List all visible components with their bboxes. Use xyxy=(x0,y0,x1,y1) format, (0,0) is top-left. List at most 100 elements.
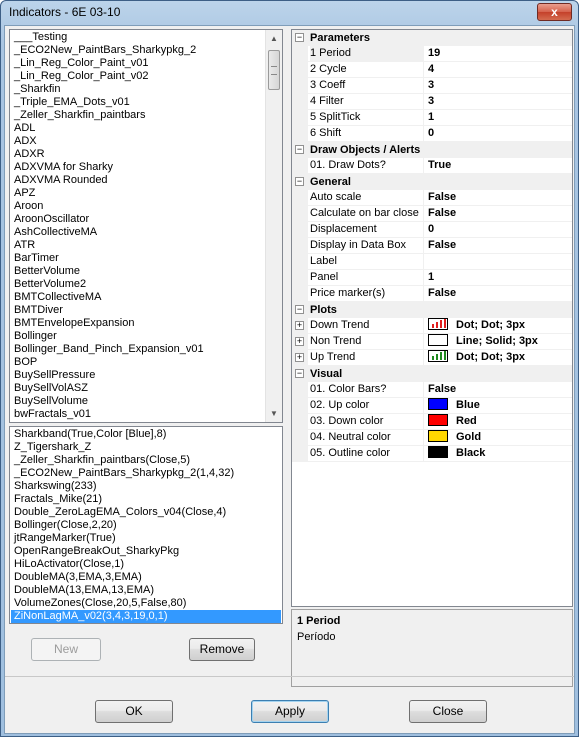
property-row[interactable]: Panel 1 xyxy=(292,270,572,286)
applied-list-item[interactable]: _Zeller_Sharkfin_paintbars(Close,5) xyxy=(11,454,281,467)
collapse-toggle-icon[interactable]: − xyxy=(295,177,304,186)
applied-list-item[interactable]: Double_ZeroLagEMA_Colors_v04(Close,4) xyxy=(11,506,281,519)
list-item[interactable]: BMTCollectiveMA xyxy=(11,291,265,304)
category-general[interactable]: − General xyxy=(292,174,572,190)
available-list-scrollbar[interactable]: ▲ ▼ xyxy=(265,30,282,422)
list-item[interactable]: _Sharkfin xyxy=(11,83,265,96)
property-value[interactable]: Dot; Dot; 3px xyxy=(426,350,572,365)
list-item[interactable]: BetterVolume2 xyxy=(11,278,265,291)
list-item[interactable]: ADL xyxy=(11,122,265,135)
list-item[interactable]: BuySellPressure xyxy=(11,369,265,382)
category-plots[interactable]: − Plots xyxy=(292,302,572,318)
property-row[interactable]: 2 Cycle 4 xyxy=(292,62,572,78)
applied-list-item[interactable]: OpenRangeBreakOut_SharkyPkg xyxy=(11,545,281,558)
property-value[interactable]: Red xyxy=(426,414,572,429)
property-value[interactable]: Blue xyxy=(426,398,572,413)
list-item[interactable]: _Triple_EMA_Dots_v01 xyxy=(11,96,265,109)
list-item[interactable]: BOP xyxy=(11,356,265,369)
property-row[interactable]: 4 Filter 3 xyxy=(292,94,572,110)
collapse-toggle-icon[interactable]: − xyxy=(295,33,304,42)
property-value[interactable]: False xyxy=(426,206,572,221)
property-row[interactable]: 5 SplitTick 1 xyxy=(292,110,572,126)
title-bar[interactable]: Indicators - 6E 03-10 x xyxy=(1,1,578,25)
property-row[interactable]: 05. Outline color Black xyxy=(292,446,572,462)
applied-list-item[interactable]: DoubleMA(13,EMA,13,EMA) xyxy=(11,584,281,597)
property-value[interactable] xyxy=(426,254,572,269)
list-item[interactable]: BuySellVolASZ xyxy=(11,382,265,395)
list-item[interactable]: _Lin_Reg_Color_Paint_v01 xyxy=(11,57,265,70)
list-item[interactable]: AshCollectiveMA xyxy=(11,226,265,239)
property-value[interactable]: Black xyxy=(426,446,572,461)
list-item[interactable]: BuySellVolume xyxy=(11,395,265,408)
property-value[interactable]: True xyxy=(426,158,572,173)
list-item[interactable]: APZ xyxy=(11,187,265,200)
list-item[interactable]: Bollinger xyxy=(11,330,265,343)
applied-list-item[interactable]: HiLoActivator(Close,1) xyxy=(11,558,281,571)
property-value[interactable]: False xyxy=(426,190,572,205)
applied-list-item[interactable]: Sharkband(True,Color [Blue],8) xyxy=(11,428,281,441)
collapse-toggle-icon[interactable]: − xyxy=(295,305,304,314)
available-indicators-list[interactable]: ___Testing _ECO2New_PaintBars_Sharkypkg_2… xyxy=(9,29,283,423)
property-row[interactable]: 04. Neutral color Gold xyxy=(292,430,572,446)
close-button[interactable]: Close xyxy=(409,700,487,723)
close-window-button[interactable]: x xyxy=(537,3,572,21)
property-value[interactable]: 19 xyxy=(426,46,572,61)
list-item[interactable]: BarTimer xyxy=(11,252,265,265)
applied-list-item[interactable]: ZiNonLagMA_v02(3,4,3,19,0,1) xyxy=(11,610,281,623)
expand-toggle-icon[interactable]: + xyxy=(295,353,304,362)
list-item[interactable]: Aroon xyxy=(11,200,265,213)
property-value[interactable]: Dot; Dot; 3px xyxy=(426,318,572,333)
property-row[interactable]: 6 Shift 0 xyxy=(292,126,572,142)
expand-toggle-icon[interactable]: + xyxy=(295,337,304,346)
category-visual[interactable]: − Visual xyxy=(292,366,572,382)
property-row[interactable]: + Down Trend Dot; Dot; 3px xyxy=(292,318,572,334)
applied-list-item[interactable]: jtRangeMarker(True) xyxy=(11,532,281,545)
applied-list-item[interactable]: _ECO2New_PaintBars_Sharkypkg_2(1,4,32) xyxy=(11,467,281,480)
apply-button[interactable]: Apply xyxy=(251,700,329,723)
applied-list-item[interactable]: Fractals_Mike(21) xyxy=(11,493,281,506)
remove-button[interactable]: Remove xyxy=(189,638,255,661)
property-value[interactable]: 0 xyxy=(426,222,572,237)
list-item[interactable]: ADX xyxy=(11,135,265,148)
list-item[interactable]: BetterVolume xyxy=(11,265,265,278)
list-item[interactable]: _Lin_Reg_Color_Paint_v02 xyxy=(11,70,265,83)
property-value[interactable]: False xyxy=(426,238,572,253)
category-parameters[interactable]: − Parameters xyxy=(292,30,572,46)
property-row[interactable]: Display in Data Box False xyxy=(292,238,572,254)
list-item[interactable]: ADXR xyxy=(11,148,265,161)
property-row[interactable]: 03. Down color Red xyxy=(292,414,572,430)
scroll-down-arrow-icon[interactable]: ▼ xyxy=(266,405,282,422)
property-value[interactable]: 3 xyxy=(426,78,572,93)
property-value[interactable]: False xyxy=(426,286,572,301)
property-value[interactable]: 4 xyxy=(426,62,572,77)
list-item[interactable]: _Zeller_Sharkfin_paintbars xyxy=(11,109,265,122)
list-item[interactable]: ADXVMA Rounded xyxy=(11,174,265,187)
ok-button[interactable]: OK xyxy=(95,700,173,723)
property-row[interactable]: 3 Coeff 3 xyxy=(292,78,572,94)
property-row[interactable]: Calculate on bar close False xyxy=(292,206,572,222)
list-item[interactable]: ADXVMA for Sharky xyxy=(11,161,265,174)
applied-list-item[interactable]: Z_Tigershark_Z xyxy=(11,441,281,454)
collapse-toggle-icon[interactable]: − xyxy=(295,369,304,378)
new-button[interactable]: New xyxy=(31,638,101,661)
applied-list-item[interactable]: Sharkswing(233) xyxy=(11,480,281,493)
list-item[interactable]: ___Testing xyxy=(11,31,265,44)
property-row[interactable]: + Up Trend Dot; Dot; 3px xyxy=(292,350,572,366)
list-item[interactable]: bwFractals_v01 xyxy=(11,408,265,421)
property-value[interactable]: 1 xyxy=(426,110,572,125)
list-item[interactable]: BMTEnvelopeExpansion xyxy=(11,317,265,330)
applied-list-item[interactable]: DoubleMA(3,EMA,3,EMA) xyxy=(11,571,281,584)
property-value[interactable]: Gold xyxy=(426,430,572,445)
scroll-thumb[interactable] xyxy=(268,50,280,90)
applied-list-item[interactable]: Bollinger(Close,2,20) xyxy=(11,519,281,532)
property-grid[interactable]: − Parameters 1 Period 19 2 Cycle 4 3 Coeff 3 4 F… xyxy=(291,29,573,607)
property-row[interactable]: 02. Up color Blue xyxy=(292,398,572,414)
property-value[interactable]: 1 xyxy=(426,270,572,285)
property-row[interactable]: 01. Draw Dots? True xyxy=(292,158,572,174)
list-item[interactable]: AroonOscillator xyxy=(11,213,265,226)
property-row[interactable]: 1 Period 19 xyxy=(292,46,572,62)
expand-toggle-icon[interactable]: + xyxy=(295,321,304,330)
property-value[interactable]: Line; Solid; 3px xyxy=(426,334,572,349)
property-row[interactable]: Label xyxy=(292,254,572,270)
list-item[interactable]: BMTDiver xyxy=(11,304,265,317)
